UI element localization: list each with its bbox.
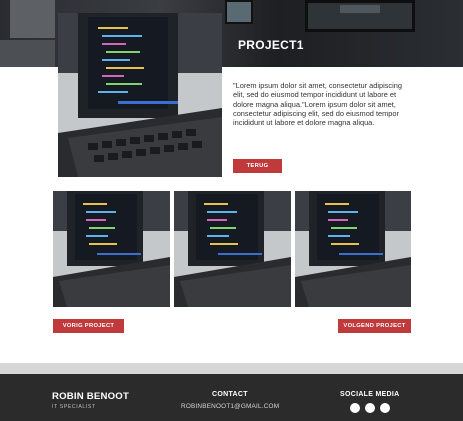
- project-thumbnail[interactable]: [53, 191, 170, 307]
- footer-role: IT SPECIALIST: [52, 404, 96, 410]
- footer: ROBIN BENOOT IT SPECIALIST CONTACT ROBIN…: [0, 374, 463, 421]
- project-thumbnail[interactable]: [295, 191, 411, 307]
- footer-contact-heading: CONTACT: [212, 391, 248, 398]
- hero-background-monitor-detail: [340, 5, 380, 13]
- project-main-image: [58, 13, 222, 177]
- social-icon-1[interactable]: [350, 403, 360, 413]
- footer-social-heading: SOCIALE MEDIA: [340, 391, 400, 398]
- project-title: PROJECT1: [238, 38, 304, 52]
- footer-email-link[interactable]: ROBINBENOOT1@GMAIL.COM: [181, 403, 279, 410]
- footer-divider: [0, 363, 463, 374]
- footer-name: ROBIN BENOOT: [52, 391, 130, 402]
- project-description: "Lorem ipsum dolor sit amet, consectetur…: [233, 81, 402, 128]
- hero-background-monitor-small: [225, 0, 253, 24]
- hero-background-window: [10, 0, 55, 38]
- social-links: [350, 403, 390, 413]
- social-icon-2[interactable]: [365, 403, 375, 413]
- project-thumbnail[interactable]: [174, 191, 291, 307]
- next-project-button[interactable]: VOLGEND PROJECT: [338, 319, 411, 333]
- back-button[interactable]: TERUG: [233, 159, 282, 173]
- hero-background-shelf: [0, 40, 55, 67]
- social-icon-3[interactable]: [380, 403, 390, 413]
- previous-project-button[interactable]: VORIG PROJECT: [53, 319, 124, 333]
